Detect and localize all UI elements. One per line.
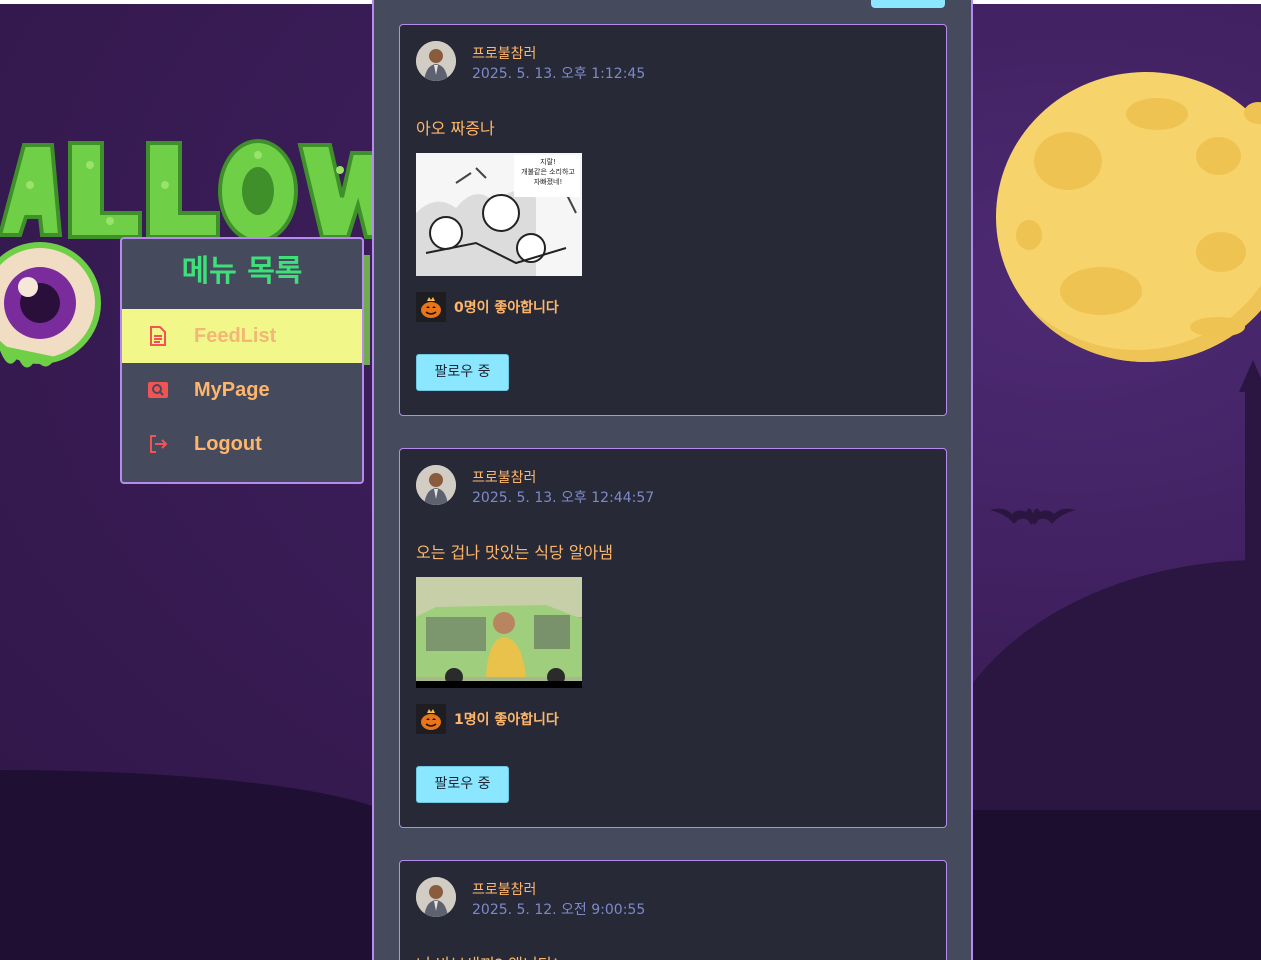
feed-post: 프로불참러 2025. 5. 12. 오전 9:00:55 너 바보새끼? 앱니… — [399, 860, 947, 960]
post-image[interactable]: 지랄! 개불같은 소리하고 자빠졌네! — [416, 153, 582, 276]
avatar[interactable] — [416, 465, 456, 505]
post-text: 아오 짜증나 — [416, 119, 495, 138]
follow-button[interactable]: 팔로우 중 — [416, 354, 509, 391]
search-card-icon — [122, 382, 194, 398]
post-text: 오는 겁나 맛있는 식당 알아냄 — [416, 543, 613, 562]
menu-item-label: MyPage — [194, 378, 270, 401]
ground-silhouette-right — [961, 810, 1261, 960]
like-section: 1명이 좋아합니다 — [416, 704, 559, 734]
bat-icon — [990, 508, 1076, 525]
follow-button[interactable]: 팔로우 중 — [416, 766, 509, 803]
menu-item-label: FeedList — [194, 324, 277, 347]
post-author[interactable]: 프로불참러 — [472, 43, 536, 63]
avatar[interactable] — [416, 877, 456, 917]
menu-item-logout[interactable]: Logout — [122, 417, 362, 471]
post-text: 너 바보새끼? 앱니다! — [416, 951, 559, 960]
like-section: 0명이 좋아합니다 — [416, 292, 559, 322]
top-action-button[interactable] — [871, 0, 945, 8]
menu-item-mypage[interactable]: MyPage — [122, 363, 362, 417]
post-image[interactable] — [416, 577, 582, 688]
menu-item-feedlist[interactable]: FeedList — [122, 309, 362, 363]
post-author[interactable]: 프로불참러 — [472, 467, 536, 487]
sidebar-menu: 메뉴 목록 FeedList MyPage Logout — [120, 237, 364, 484]
avatar[interactable] — [416, 41, 456, 81]
castle-tower-silhouette — [1239, 360, 1261, 580]
document-icon — [122, 326, 194, 346]
manga-speech-text: 지랄! 개불같은 소리하고 자빠졌네! — [521, 158, 575, 186]
menu-item-label: Logout — [194, 432, 262, 455]
pumpkin-like-icon[interactable] — [416, 704, 446, 734]
pumpkin-like-icon[interactable] — [416, 292, 446, 322]
like-count: 1명이 좋아합니다 — [454, 712, 559, 728]
like-count: 0명이 좋아합니다 — [454, 300, 559, 316]
feed-post: 프로불참러 2025. 5. 13. 오후 1:12:45 아오 짜증나 지랄!… — [399, 24, 947, 416]
post-timestamp: 2025. 5. 13. 오후 1:12:45 — [472, 66, 646, 82]
feed-post: 프로불참러 2025. 5. 13. 오후 12:44:57 오는 겁나 맛있는… — [399, 448, 947, 828]
post-timestamp: 2025. 5. 12. 오전 9:00:55 — [472, 902, 646, 918]
feed-list[interactable]: 프로불참러 2025. 5. 13. 오후 1:12:45 아오 짜증나 지랄!… — [372, 0, 973, 960]
logout-icon — [122, 434, 194, 454]
post-timestamp: 2025. 5. 13. 오후 12:44:57 — [472, 490, 655, 506]
ground-silhouette — [0, 770, 400, 960]
post-author[interactable]: 프로불참러 — [472, 879, 536, 899]
menu-title: 메뉴 목록 — [181, 254, 303, 289]
